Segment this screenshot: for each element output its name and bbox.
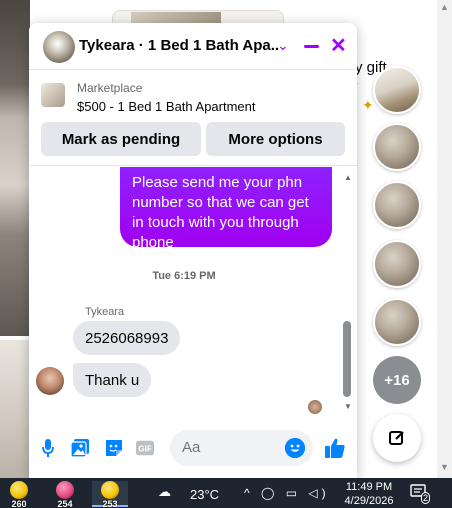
chat-head-avatar[interactable] (373, 240, 421, 288)
more-options-label: More options (228, 130, 323, 148)
chevron-down-icon[interactable]: ⌄ (277, 37, 289, 54)
notification-count: 2 (421, 492, 431, 504)
svg-text:GIF: GIF (138, 445, 152, 454)
listing-title[interactable]: $500 - 1 Bed 1 Bath Apartment (77, 99, 256, 114)
clock[interactable]: 11:49 PM 4/29/2026 (342, 480, 396, 508)
scrollbar-thumb[interactable] (343, 321, 351, 397)
thread-scrollbar[interactable]: ▲ ▼ (340, 167, 354, 417)
taskbar-app[interactable]: 260 (5, 481, 33, 508)
app-icon (56, 481, 74, 499)
chat-head-avatar[interactable] (373, 123, 421, 171)
outgoing-message: Please send me your phn number so that w… (120, 167, 332, 251)
clock-date: 4/29/2026 (344, 495, 394, 507)
app-badge: 254 (57, 499, 73, 508)
marketplace-label: Marketplace (77, 81, 143, 95)
minimize-icon[interactable] (304, 45, 319, 48)
app-icon (101, 481, 119, 499)
sticker-icon[interactable] (104, 437, 124, 459)
scroll-down-arrow-icon[interactable]: ▼ (344, 402, 352, 411)
chat-head-avatar[interactable] (373, 66, 421, 114)
listing-thumbnail[interactable] (41, 83, 65, 107)
background-photo-lower (0, 340, 30, 478)
scroll-up-arrow-icon[interactable]: ▲ (440, 2, 449, 12)
taskbar: 260 254 253 ☁ 23°C ^ ◯ ▭ ◁) 11:49 PM 4/2… (0, 478, 452, 508)
scroll-up-arrow-icon[interactable]: ▲ (344, 173, 352, 182)
compose-icon (389, 431, 404, 445)
mark-as-pending-button[interactable]: Mark as pending (41, 122, 201, 156)
app-icon (10, 481, 28, 499)
chat-head-avatar[interactable] (373, 181, 421, 229)
marketplace-panel: Marketplace $500 - 1 Bed 1 Bath Apartmen… (29, 70, 357, 166)
message-composer: GIF (29, 423, 357, 478)
contact-avatar[interactable] (43, 31, 75, 63)
weather-icon[interactable]: ☁ (158, 484, 171, 500)
page-scrollbar[interactable]: ▲ ▼ (437, 0, 452, 478)
emoji-icon[interactable] (285, 438, 305, 458)
close-icon[interactable]: ✕ (330, 36, 347, 56)
chat-window: Tykeara · 1 Bed 1 Bath Apa... ⌄ ✕ Market… (29, 23, 357, 478)
new-message-button[interactable] (373, 414, 421, 462)
notification-button[interactable]: 2 (410, 484, 431, 504)
taskbar-app[interactable]: 254 (51, 481, 79, 508)
clock-time: 11:49 PM (345, 481, 393, 493)
temperature[interactable]: 23°C (190, 487, 219, 502)
scroll-down-arrow-icon[interactable]: ▼ (440, 462, 449, 472)
microphone-icon[interactable] (38, 437, 58, 459)
chat-header[interactable]: Tykeara · 1 Bed 1 Bath Apa... ⌄ ✕ (29, 23, 357, 70)
seen-indicator-avatar (308, 400, 322, 414)
more-options-button[interactable]: More options (206, 122, 345, 156)
app-badge: 260 (11, 499, 27, 508)
more-chats-button[interactable]: +16 (373, 356, 421, 404)
more-chats-count: +16 (384, 371, 410, 389)
message-thread: Please send me your phn number so that w… (29, 167, 357, 417)
chat-head-avatar[interactable] (373, 298, 421, 346)
thumbs-up-icon[interactable] (323, 437, 347, 459)
sparkle-icon: ✦ (362, 97, 374, 113)
taskbar-app[interactable]: 253 (92, 481, 128, 508)
mark-as-pending-label: Mark as pending (61, 130, 181, 148)
incoming-message: 2526068993 (73, 321, 181, 355)
gif-icon[interactable]: GIF (135, 437, 155, 459)
system-tray-icons[interactable]: ^ ◯ ▭ ◁) (244, 486, 330, 500)
incoming-message: Thank u (73, 363, 152, 397)
photo-icon[interactable] (70, 437, 90, 459)
app-badge: 253 (102, 499, 118, 508)
sender-avatar[interactable] (36, 367, 64, 395)
background-photo (0, 0, 30, 336)
sender-name: Tykeara (85, 306, 125, 318)
message-timestamp: Tue 6:19 PM (152, 270, 216, 282)
conversation-title[interactable]: Tykeara · 1 Bed 1 Bath Apa... (79, 37, 279, 54)
